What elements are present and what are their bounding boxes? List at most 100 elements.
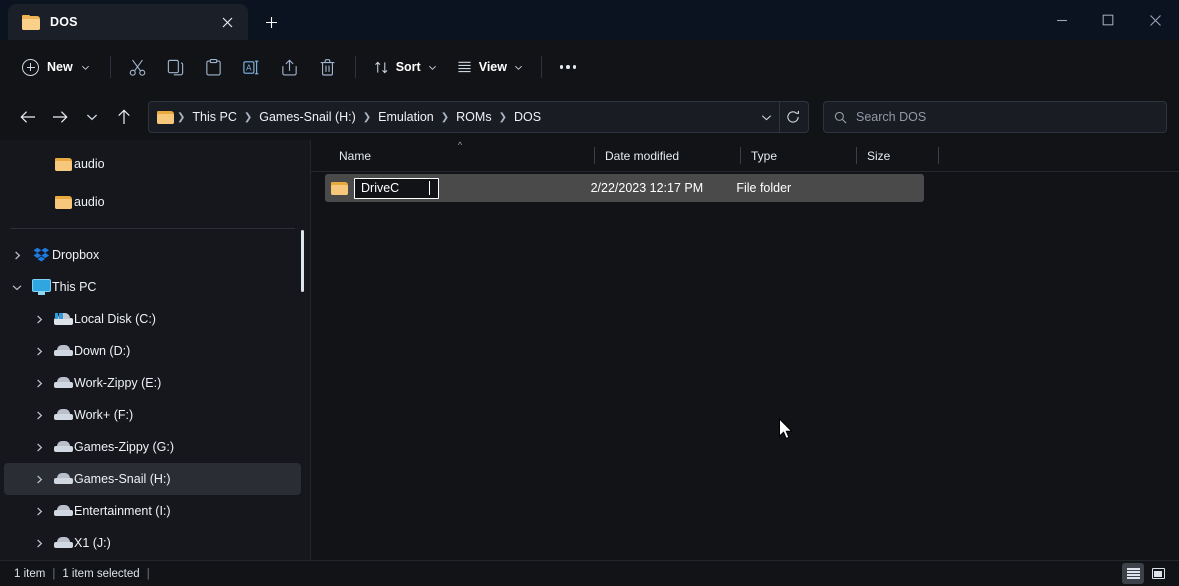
nav-item-label: Down (D:) <box>74 344 130 358</box>
recent-locations-button[interactable] <box>76 102 108 132</box>
large-icons-view-button[interactable] <box>1147 563 1169 584</box>
nav-item-x1-j[interactable]: X1 (J:) <box>4 527 301 559</box>
nav-item-label: Games-Snail (H:) <box>74 472 171 486</box>
tab-dos[interactable]: DOS <box>8 4 248 40</box>
minimize-button[interactable] <box>1039 0 1085 40</box>
chevron-right-icon[interactable] <box>26 539 52 548</box>
dot <box>573 65 577 69</box>
column-header-date-modified[interactable]: Date modified <box>595 140 741 172</box>
chevron-right-icon[interactable] <box>26 411 52 420</box>
column-header-type[interactable]: Type <box>741 140 857 172</box>
chevron-right-icon[interactable] <box>26 507 52 516</box>
address-bar-actions <box>753 102 806 132</box>
file-explorer-window: DOS New <box>0 0 1179 586</box>
up-button[interactable] <box>108 102 140 132</box>
explorer-body: audio audio <box>0 140 1179 560</box>
cell-name[interactable]: DriveC <box>325 174 581 202</box>
status-selection: 1 item selected <box>62 568 139 580</box>
nav-item-label: audio <box>74 157 105 171</box>
windows-logo-icon <box>55 313 64 321</box>
copy-button[interactable] <box>157 51 195 83</box>
paste-button[interactable] <box>195 51 233 83</box>
sort-label: Sort <box>396 60 421 74</box>
trash-icon <box>318 58 337 77</box>
nav-item-games-zippy-g[interactable]: Games-Zippy (G:) <box>4 431 301 463</box>
nav-item-entertainment-i[interactable]: Entertainment (I:) <box>4 495 301 527</box>
address-bar[interactable]: ❯ This PC ❯ Games-Snail (H:) ❯ Emulation… <box>148 101 809 133</box>
chevron-right-icon[interactable] <box>26 379 52 388</box>
new-button[interactable]: New <box>12 51 102 83</box>
file-list-pane: ^ Name Date modified Type Size <box>311 140 1179 560</box>
column-divider[interactable] <box>938 147 939 164</box>
nav-item-audio-1[interactable]: audio <box>4 148 301 180</box>
breadcrumb-item-dos[interactable]: DOS <box>508 107 547 127</box>
nav-item-label: X1 (J:) <box>74 536 111 550</box>
drive-icon <box>52 441 74 453</box>
rename-icon: A <box>242 58 261 77</box>
nav-item-games-snail-h[interactable]: Games-Snail (H:) <box>4 463 301 495</box>
nav-item-this-pc[interactable]: This PC <box>4 271 301 303</box>
see-more-button[interactable] <box>550 51 586 83</box>
search-box[interactable]: Search DOS <box>823 101 1167 133</box>
details-view-button[interactable] <box>1122 563 1144 584</box>
status-item-count: 1 item <box>14 568 45 580</box>
view-button[interactable]: View <box>447 51 533 83</box>
sidebar-scrollbar[interactable] <box>301 230 304 292</box>
back-button[interactable] <box>12 102 44 132</box>
refresh-button[interactable] <box>780 103 806 131</box>
folder-icon <box>52 195 74 209</box>
nav-item-work-zippy-e[interactable]: Work-Zippy (E:) <box>4 367 301 399</box>
nav-item-local-disk-c[interactable]: Local Disk (C:) <box>4 303 301 335</box>
svg-text:A: A <box>246 63 252 72</box>
cut-button[interactable] <box>119 51 157 83</box>
file-list[interactable]: DriveC 2/22/2023 12:17 PM File folder <box>311 172 1179 560</box>
chevron-right-icon[interactable] <box>26 475 52 484</box>
rename-button[interactable]: A <box>233 51 271 83</box>
chevron-right-icon[interactable] <box>26 443 52 452</box>
nav-item-label: Games-Zippy (G:) <box>74 440 174 454</box>
nav-item-work-plus-f[interactable]: Work+ (F:) <box>4 399 301 431</box>
table-row[interactable]: DriveC 2/22/2023 12:17 PM File folder <box>325 174 924 202</box>
list-icon <box>1127 568 1140 579</box>
breadcrumb-separator: ❯ <box>440 112 450 123</box>
chevron-right-icon[interactable] <box>26 315 52 324</box>
column-label: Date modified <box>605 149 679 163</box>
drive-icon <box>52 409 74 421</box>
new-button-label: New <box>47 60 73 74</box>
dropbox-glyph <box>33 247 50 263</box>
delete-button[interactable] <box>309 51 347 83</box>
navigation-pane[interactable]: audio audio <box>0 140 311 560</box>
maximize-button[interactable] <box>1085 0 1131 40</box>
toolbar-divider-2 <box>355 56 356 78</box>
column-header-name[interactable]: ^ Name <box>325 140 595 172</box>
breadcrumb-item-games-snail[interactable]: Games-Snail (H:) <box>253 107 362 127</box>
dot <box>566 65 570 69</box>
tab-close-icon[interactable] <box>214 9 240 35</box>
nav-item-label: This PC <box>52 280 96 294</box>
share-icon <box>280 58 299 77</box>
nav-item-audio-2[interactable]: audio <box>4 186 301 218</box>
cell-date-modified: 2/22/2023 12:17 PM <box>581 174 727 202</box>
chevron-right-icon[interactable] <box>4 251 30 260</box>
close-button[interactable] <box>1131 0 1179 40</box>
sort-button[interactable]: Sort <box>364 51 447 83</box>
nav-item-label: Local Disk (C:) <box>74 312 156 326</box>
title-bar: DOS <box>0 0 1179 40</box>
arrow-right-icon <box>52 110 68 124</box>
window-controls <box>1039 0 1179 40</box>
breadcrumb-separator: ❯ <box>362 112 372 123</box>
new-tab-button[interactable] <box>254 5 288 39</box>
forward-button[interactable] <box>44 102 76 132</box>
address-dropdown-button[interactable] <box>753 103 779 131</box>
toolbar-divider <box>110 56 111 78</box>
nav-item-dropbox[interactable]: Dropbox <box>4 239 301 271</box>
rename-input[interactable]: DriveC <box>354 178 439 199</box>
breadcrumb-item-emulation[interactable]: Emulation <box>372 107 440 127</box>
chevron-right-icon[interactable] <box>26 347 52 356</box>
nav-item-down-d[interactable]: Down (D:) <box>4 335 301 367</box>
breadcrumb-item-this-pc[interactable]: This PC <box>186 107 242 127</box>
column-header-size[interactable]: Size <box>857 140 939 172</box>
share-button[interactable] <box>271 51 309 83</box>
chevron-down-icon[interactable] <box>4 283 30 292</box>
breadcrumb-item-roms[interactable]: ROMs <box>450 107 497 127</box>
